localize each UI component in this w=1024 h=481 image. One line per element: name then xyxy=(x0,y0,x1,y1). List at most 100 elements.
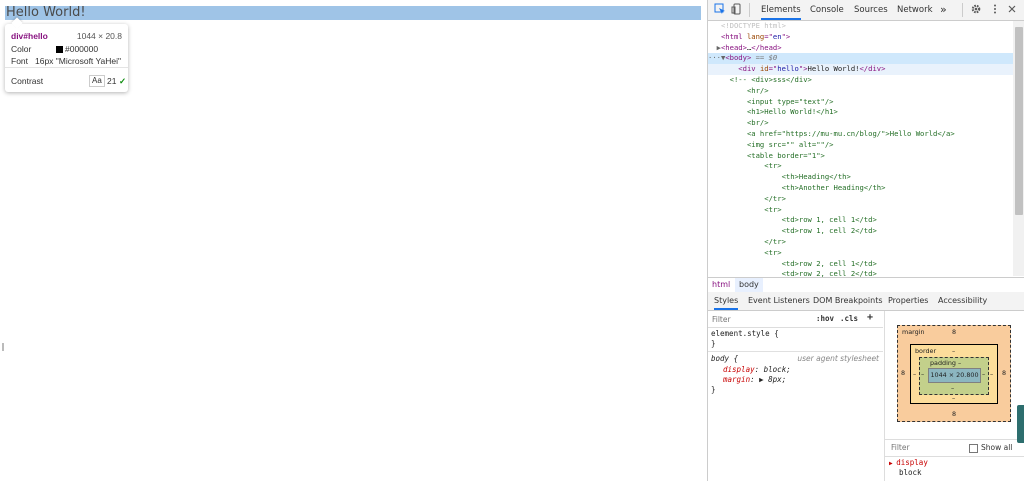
devtools-toolbar: Elements Console Sources Network » xyxy=(708,0,1024,21)
tab-console[interactable]: Console xyxy=(810,0,844,20)
contrast-aa-badge: Aa xyxy=(89,75,105,87)
tab-elements[interactable]: Elements xyxy=(761,0,801,20)
element-style-selector: element.style { xyxy=(711,329,779,338)
settings-gear-icon[interactable] xyxy=(970,3,982,15)
dom-node-line[interactable]: <td>row 2, cell 2</td> xyxy=(708,269,1018,277)
dom-node-line[interactable]: <tr> xyxy=(708,161,1018,172)
dom-node-line[interactable]: <td>row 1, cell 2</td> xyxy=(708,226,1018,237)
border-right-value[interactable]: – xyxy=(990,370,993,378)
prop-display-value[interactable]: : block; xyxy=(755,365,791,374)
device-toolbar-icon[interactable] xyxy=(731,3,743,15)
border-bottom-value[interactable]: – xyxy=(952,394,955,402)
border-top-value[interactable]: – xyxy=(952,347,955,355)
dom-node-line[interactable]: <h1>Hello World!</h1> xyxy=(708,107,1018,118)
styles-filter-input[interactable] xyxy=(710,313,812,326)
dom-node-line[interactable]: <img src="" alt=""/> xyxy=(708,140,1018,151)
side-extension-tab[interactable] xyxy=(1017,405,1024,443)
dom-node-line[interactable]: ···▼<body> == $0 xyxy=(708,53,1018,65)
dom-node-line[interactable]: </tr> xyxy=(708,237,1018,248)
computed-property[interactable]: ▶ display xyxy=(889,458,928,467)
dom-node-line[interactable]: <!-- <div>sss</div> xyxy=(708,75,1018,86)
dom-node-line[interactable]: <html lang="en"> xyxy=(708,32,1018,43)
computed-filter-input[interactable] xyxy=(889,442,963,453)
dom-token: lang xyxy=(746,31,765,41)
dom-node-line[interactable]: <tr> xyxy=(708,205,1018,216)
tab-properties[interactable]: Properties xyxy=(888,292,928,310)
expand-toggle-icon[interactable]: ▶ xyxy=(708,43,721,52)
breadcrumb-body[interactable]: body xyxy=(735,278,763,292)
tab-styles[interactable]: Styles xyxy=(714,292,739,310)
dom-node-line[interactable]: <th>Another Heading</th> xyxy=(708,183,1018,194)
dom-tree[interactable]: <!DOCTYPE html> <html lang="en"> ▶<head>… xyxy=(708,21,1018,277)
padding-right-value[interactable]: – xyxy=(982,370,985,378)
expand-toggle-icon[interactable]: ···▼ xyxy=(708,53,725,62)
tab-network[interactable]: Network xyxy=(897,0,933,20)
dom-node-line[interactable]: <td>row 1, cell 1</td> xyxy=(708,215,1018,226)
dom-node-line[interactable]: <tr> xyxy=(708,248,1018,259)
tab-sources[interactable]: Sources xyxy=(854,0,888,20)
box-model-padding[interactable]: padding – – – – 1044 × 20.800 xyxy=(919,357,989,395)
padding-left-value[interactable]: – xyxy=(921,370,924,378)
dom-token: en xyxy=(772,31,782,41)
dom-token: <hr/> xyxy=(746,85,769,95)
computed-prop-name: display xyxy=(896,458,928,467)
prop-margin-value[interactable]: : ▶ 8px; xyxy=(750,375,786,384)
tab-event-listeners[interactable]: Event Listeners xyxy=(748,292,810,310)
hello-div-highlight[interactable] xyxy=(5,6,701,20)
cls-toggle[interactable]: .cls xyxy=(840,314,858,323)
scrollbar-thumb[interactable] xyxy=(1015,27,1023,215)
padding-bottom-value[interactable]: – xyxy=(951,384,954,392)
computed-prop-value: block xyxy=(899,468,922,477)
dom-token: <table border="1"> xyxy=(746,150,825,160)
dom-token: <!-- <div>sss</div> xyxy=(729,75,812,84)
border-left-value[interactable]: – xyxy=(913,370,916,378)
breadcrumb: html body xyxy=(708,277,1024,293)
dom-token: <body> xyxy=(725,53,752,63)
dom-node-line[interactable]: <br/> xyxy=(708,118,1018,129)
hov-toggle[interactable]: :hov xyxy=(816,314,834,323)
show-all-checkbox[interactable] xyxy=(969,443,978,453)
dom-node-line[interactable]: </tr> xyxy=(708,194,1018,205)
margin-bottom-value[interactable]: 8 xyxy=(952,410,956,418)
more-tabs-button[interactable]: » xyxy=(940,0,947,20)
prop-margin-name[interactable]: margin xyxy=(723,375,750,384)
margin-right-value[interactable]: 8 xyxy=(1002,369,1006,377)
breadcrumb-html[interactable]: html xyxy=(708,278,734,292)
dom-node-line[interactable]: <td>row 2, cell 1</td> xyxy=(708,259,1018,270)
box-model-margin[interactable]: margin 8 8 8 8 border – – – – padding – … xyxy=(897,325,1011,422)
tab-dom-breakpoints[interactable]: DOM Breakpoints xyxy=(813,292,883,310)
dom-node-line[interactable]: <input type="text"/> xyxy=(708,97,1018,108)
box-model-border[interactable]: border – – – – padding – – – – 1044 × 20… xyxy=(910,344,998,404)
margin-left-value[interactable]: 8 xyxy=(901,369,905,377)
dom-node-line[interactable]: <!DOCTYPE html> xyxy=(708,21,1018,32)
dom-node-line[interactable]: <div id="hello">Hello World!</div> xyxy=(708,64,1018,76)
add-rule-button[interactable]: + xyxy=(867,312,873,323)
dom-node-line[interactable]: <th>Heading</th> xyxy=(708,172,1018,183)
box-model-content[interactable]: 1044 × 20.800 xyxy=(928,368,981,383)
inspect-icon[interactable] xyxy=(714,3,726,15)
show-all-toggle[interactable]: Show all xyxy=(969,443,1012,453)
close-icon[interactable] xyxy=(1006,3,1018,15)
dom-token: =" xyxy=(764,31,773,41)
more-vertical-icon[interactable] xyxy=(989,3,1001,15)
margin-top-value[interactable]: 8 xyxy=(952,328,956,336)
prop-display-name[interactable]: display xyxy=(723,365,755,374)
dom-node-line[interactable]: <table border="1"> xyxy=(708,151,1018,162)
dom-tree-scrollbar[interactable] xyxy=(1013,21,1024,276)
tab-accessibility[interactable]: Accessibility xyxy=(938,292,987,310)
dom-node-line[interactable]: ▶<head>…</head> xyxy=(708,43,1018,54)
dom-token: <tr> xyxy=(764,204,782,214)
dom-token: </div> xyxy=(859,64,886,74)
margin-label: margin xyxy=(902,328,925,336)
dom-node-line[interactable]: <a href="https://mu-mu.cn/blog/">Hello W… xyxy=(708,129,1018,140)
resize-handle[interactable] xyxy=(2,343,4,351)
dom-node-line[interactable]: <hr/> xyxy=(708,86,1018,97)
